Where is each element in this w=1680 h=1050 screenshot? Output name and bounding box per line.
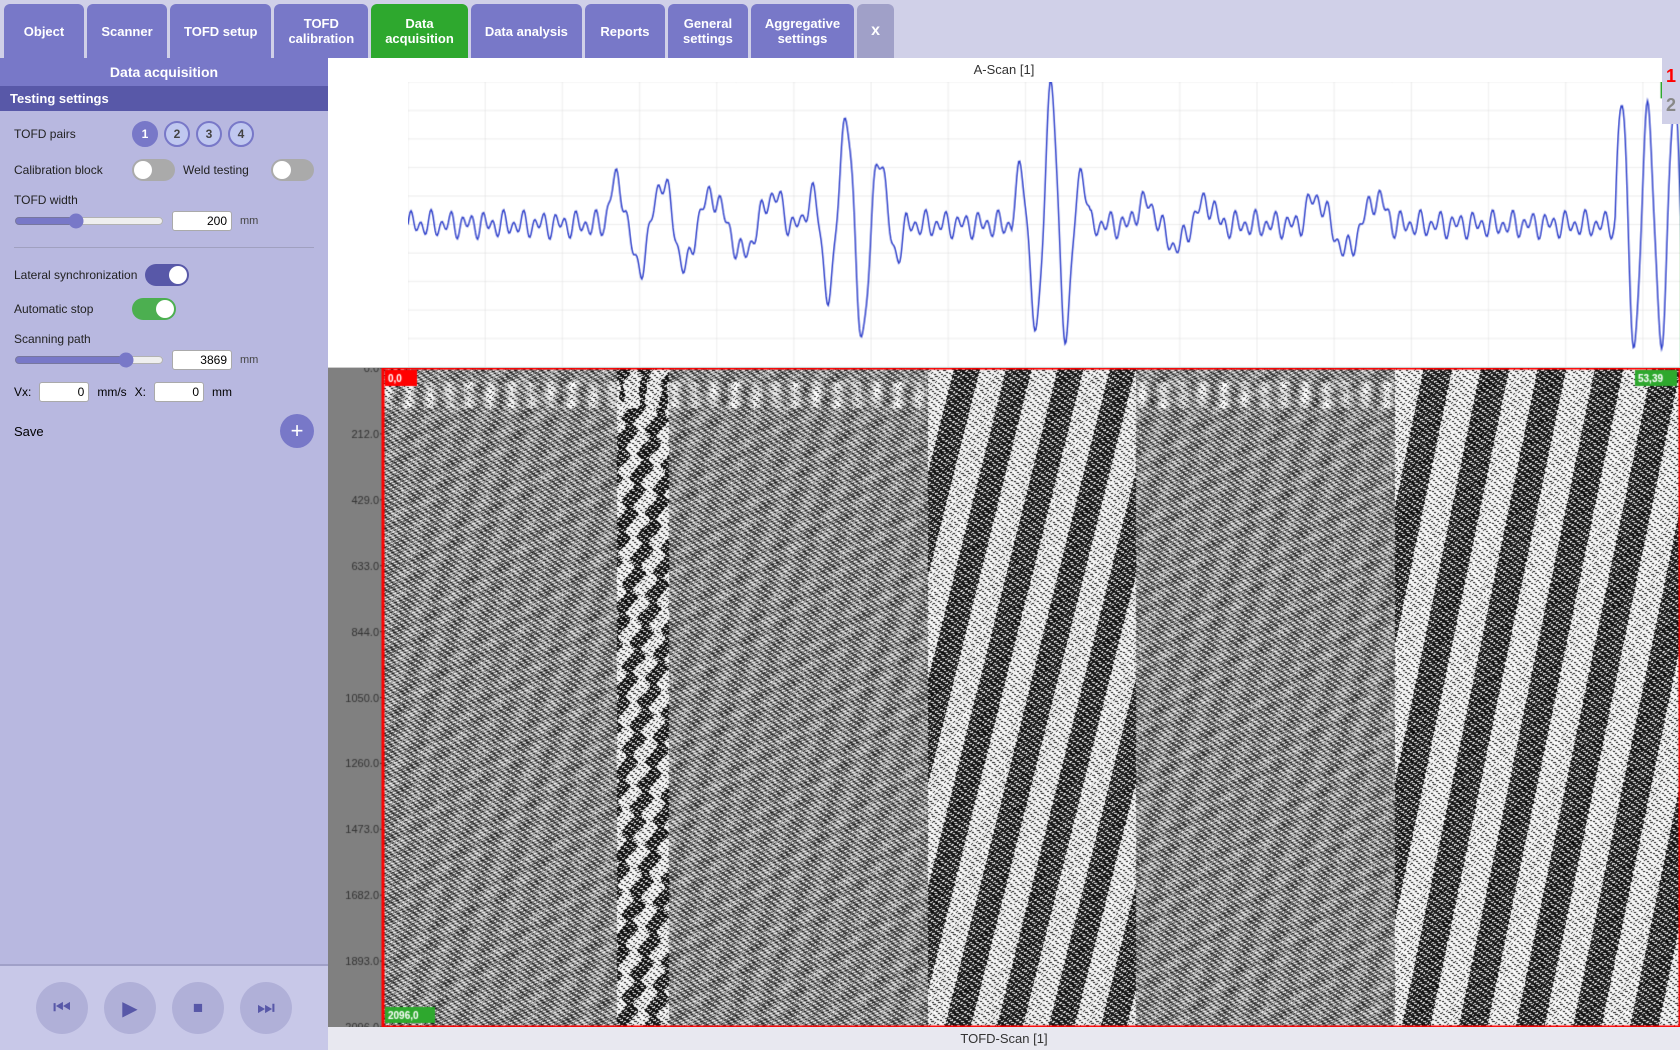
nav-button-aggregative-settings[interactable]: Aggregativesettings [751, 4, 854, 58]
tofd-pair-2[interactable]: 2 [164, 121, 190, 147]
nav-button-object[interactable]: Object [4, 4, 84, 58]
tofd-pair-1[interactable]: 1 [132, 121, 158, 147]
tofd-width-slider[interactable] [14, 213, 164, 229]
nav-button-x[interactable]: x [857, 4, 894, 58]
auto-stop-label: Automatic stop [14, 302, 124, 316]
tofd-pairs-circles: 1234 [132, 121, 254, 147]
scanning-path-slider[interactable] [14, 352, 164, 368]
tofd-pair-3[interactable]: 3 [196, 121, 222, 147]
transport-rewind-button[interactable]: ⏮ [36, 982, 88, 1034]
add-button[interactable]: + [280, 414, 314, 448]
transport-stop-button[interactable]: ⏹ [172, 982, 224, 1034]
weld-testing-label: Weld testing [183, 163, 263, 177]
transport-controls: ⏮ ▶ ⏹ ⏭ [0, 964, 328, 1050]
tofd-width-input[interactable] [172, 211, 232, 231]
lateral-sync-row: Lateral synchronization [14, 264, 314, 286]
x-unit: mm [212, 385, 232, 399]
calibration-block-toggle[interactable] [132, 159, 175, 181]
vx-label: Vx: [14, 385, 31, 399]
side-label-1: 1 [1666, 66, 1676, 87]
x-label: X: [135, 385, 146, 399]
nav-button-scanner[interactable]: Scanner [87, 4, 167, 58]
save-label: Save [14, 424, 44, 439]
lateral-sync-label: Lateral synchronization [14, 268, 137, 282]
scanning-path-label: Scanning path [14, 332, 314, 346]
transport-forward-button[interactable]: ⏭ [240, 982, 292, 1034]
scanning-path-unit: mm [240, 354, 258, 366]
left-panel-title: Data acquisition [0, 58, 328, 86]
nav-button-tofd-setup[interactable]: TOFD setup [170, 4, 271, 58]
nav-button-data-acquisition[interactable]: Dataacquisition [371, 4, 468, 58]
tofd-width-unit: mm [240, 215, 258, 227]
ascan-title: A-Scan [1] [328, 62, 1680, 77]
tofd-width-row: TOFD width mm [14, 193, 314, 231]
nav-button-reports[interactable]: Reports [585, 4, 665, 58]
tofd-pair-4[interactable]: 4 [228, 121, 254, 147]
tofd-width-label: TOFD width [14, 193, 314, 207]
vx-unit: mm/s [97, 385, 126, 399]
x-input[interactable] [154, 382, 204, 402]
scanning-path-input[interactable] [172, 350, 232, 370]
settings-body: TOFD pairs 1234 Calibration block Weld t… [0, 111, 328, 964]
testing-settings-header: Testing settings [0, 86, 328, 111]
vx-x-row: Vx: mm/s X: mm [14, 382, 314, 402]
auto-stop-row: Automatic stop [14, 298, 314, 320]
main-layout: Data acquisition Testing settings TOFD p… [0, 58, 1680, 1050]
transport-play-button[interactable]: ▶ [104, 982, 156, 1034]
ascan-area: A-Scan [1] [328, 58, 1680, 368]
lateral-sync-toggle[interactable] [145, 264, 189, 286]
side-label-2: 2 [1666, 95, 1676, 116]
nav-button-general-settings[interactable]: Generalsettings [668, 4, 748, 58]
tofd-pairs-row: TOFD pairs 1234 [14, 121, 314, 147]
auto-stop-toggle[interactable] [132, 298, 176, 320]
tofd-canvas [328, 368, 1680, 1027]
weld-testing-toggle[interactable] [271, 159, 314, 181]
ascan-canvas [408, 82, 1680, 367]
vx-input[interactable] [39, 382, 89, 402]
side-labels: 1 2 [1662, 58, 1680, 124]
tofd-title: TOFD-Scan [1] [328, 1027, 1680, 1050]
right-panel: A-Scan [1] 0,0 53,39 2096,0 TOFD-Scan [1… [328, 58, 1680, 1050]
nav-button-tofd-calibration[interactable]: TOFDcalibration [274, 4, 368, 58]
nav-button-data-analysis[interactable]: Data analysis [471, 4, 582, 58]
calibration-block-label: Calibration block [14, 163, 124, 177]
save-row: Save + [14, 414, 314, 448]
tofd-pairs-label: TOFD pairs [14, 127, 124, 141]
left-panel: Data acquisition Testing settings TOFD p… [0, 58, 328, 1050]
top-navigation: ObjectScannerTOFD setupTOFDcalibrationDa… [0, 0, 1680, 58]
calibration-weld-row: Calibration block Weld testing [14, 159, 314, 181]
scanning-path-row: Scanning path mm [14, 332, 314, 370]
tofd-area: 0,0 53,39 2096,0 [328, 368, 1680, 1027]
